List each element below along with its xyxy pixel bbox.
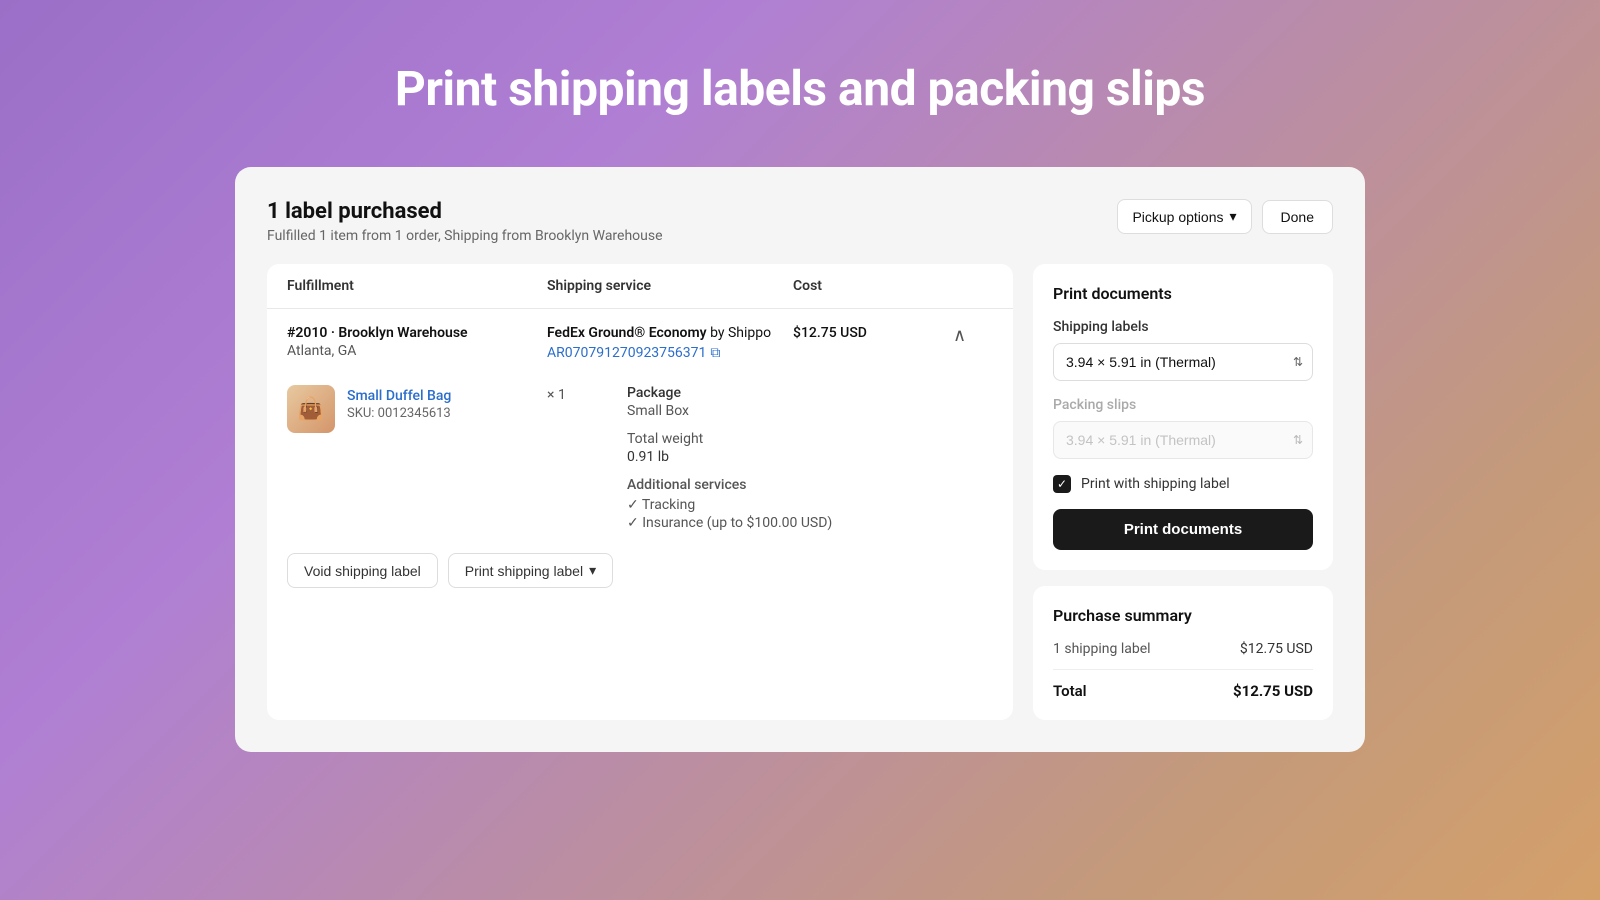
card-title: 1 label purchased	[267, 199, 663, 224]
card-header: 1 label purchased Fulfilled 1 item from …	[267, 199, 1333, 244]
content-area: Fulfillment Shipping service Cost #2010 …	[267, 264, 1333, 720]
chevron-down-icon: ▾	[1230, 208, 1237, 225]
collapse-cell: ∧	[953, 325, 993, 346]
item-sku: SKU: 0012345613	[347, 406, 451, 421]
col-actions	[953, 278, 993, 294]
fulfillment-table: Fulfillment Shipping service Cost #2010 …	[267, 264, 1013, 720]
shipping-labels-select-wrapper: 3.94 × 5.91 in (Thermal) ⇅	[1053, 343, 1313, 381]
package-details: Package Small Box Total weight 0.91 lb A…	[627, 385, 993, 533]
copy-icon[interactable]: ⧉	[710, 345, 720, 361]
fulfillment-location: Atlanta, GA	[287, 343, 547, 359]
main-card: 1 label purchased Fulfilled 1 item from …	[235, 167, 1365, 752]
chevron-down-icon-print: ▾	[589, 562, 596, 579]
print-label-text: Print shipping label	[465, 563, 583, 579]
total-value: $12.75 USD	[1233, 682, 1313, 700]
weight-value: 0.91 lb	[627, 449, 993, 465]
collapse-button[interactable]: ∧	[953, 325, 966, 346]
tracking-link[interactable]: AR070791270923756371 ⧉	[547, 345, 793, 361]
package-label: Package	[627, 385, 993, 401]
checkbox-label: Print with shipping label	[1081, 476, 1230, 492]
fulfillment-id: #2010 · Brooklyn Warehouse	[287, 325, 547, 341]
done-button[interactable]: Done	[1262, 200, 1333, 234]
col-fulfillment: Fulfillment	[287, 278, 547, 294]
item-text: Small Duffel Bag SKU: 0012345613	[347, 385, 451, 421]
summary-shipping-value: $12.75 USD	[1240, 641, 1313, 657]
purchase-summary-title: Purchase summary	[1053, 606, 1313, 625]
total-label: Total	[1053, 682, 1087, 700]
summary-shipping-label: 1 shipping label	[1053, 641, 1151, 657]
service-name-bold: FedEx Ground® Economy	[547, 325, 707, 341]
additional-services-label: Additional services	[627, 477, 993, 493]
item-qty-package: × 1 Package Small Box Total weight 0.91 …	[547, 385, 993, 533]
print-docs-title: Print documents	[1053, 284, 1313, 303]
tracking-number: AR070791270923756371	[547, 345, 706, 361]
shipping-labels-select[interactable]: 3.94 × 5.91 in (Thermal)	[1053, 343, 1313, 381]
col-shipping-service: Shipping service	[547, 278, 793, 294]
purchase-summary-card: Purchase summary 1 shipping label $12.75…	[1033, 586, 1333, 720]
fulfillment-info: #2010 · Brooklyn Warehouse Atlanta, GA F…	[287, 325, 993, 361]
card-subtitle: Fulfilled 1 item from 1 order, Shipping …	[267, 228, 663, 244]
print-docs-card: Print documents Shipping labels 3.94 × 5…	[1033, 264, 1333, 570]
item-thumbnail: 👜	[287, 385, 335, 433]
pickup-options-button[interactable]: Pickup options ▾	[1117, 199, 1251, 234]
item-name-link[interactable]: Small Duffel Bag	[347, 388, 451, 404]
checkbox-row: ✓ Print with shipping label	[1053, 475, 1313, 493]
table-header: Fulfillment Shipping service Cost	[267, 264, 1013, 309]
print-documents-button[interactable]: Print documents	[1053, 509, 1313, 550]
shipping-labels-label: Shipping labels	[1053, 319, 1313, 335]
action-buttons: Void shipping label Print shipping label…	[287, 553, 993, 588]
cost-cell: $12.75 USD	[793, 325, 953, 341]
service-by-text: by Shippo	[710, 325, 771, 341]
col-cost: Cost	[793, 278, 953, 294]
item-quantity: × 1	[547, 385, 627, 533]
page-hero-title: Print shipping labels and packing slips	[395, 0, 1205, 167]
packing-slips-select-wrapper: 3.94 × 5.91 in (Thermal) ⇅	[1053, 421, 1313, 459]
item-info: 👜 Small Duffel Bag SKU: 0012345613	[287, 385, 547, 533]
print-shipping-label-button[interactable]: Print shipping label ▾	[448, 553, 613, 588]
right-panel: Print documents Shipping labels 3.94 × 5…	[1033, 264, 1333, 720]
service-insurance: ✓ Insurance (up to $100.00 USD)	[627, 515, 993, 531]
card-header-left: 1 label purchased Fulfilled 1 item from …	[267, 199, 663, 244]
table-row: #2010 · Brooklyn Warehouse Atlanta, GA F…	[267, 309, 1013, 604]
service-tracking: ✓ Tracking	[627, 497, 993, 513]
item-row: 👜 Small Duffel Bag SKU: 0012345613 × 1 P…	[287, 377, 993, 533]
packing-slips-label: Packing slips	[1053, 397, 1313, 413]
card-header-right: Pickup options ▾ Done	[1117, 199, 1333, 234]
summary-divider	[1053, 669, 1313, 670]
shipping-service-name: FedEx Ground® Economy by Shippo	[547, 325, 793, 341]
weight-label: Total weight	[627, 431, 993, 447]
packing-slips-select[interactable]: 3.94 × 5.91 in (Thermal)	[1053, 421, 1313, 459]
void-label-button[interactable]: Void shipping label	[287, 553, 438, 588]
check-icon: ✓	[1057, 477, 1067, 491]
print-with-label-checkbox[interactable]: ✓	[1053, 475, 1071, 493]
shipping-service-info: FedEx Ground® Economy by Shippo AR070791…	[547, 325, 793, 361]
fulfillment-details: #2010 · Brooklyn Warehouse Atlanta, GA	[287, 325, 547, 359]
pickup-options-label: Pickup options	[1132, 209, 1223, 225]
total-row: Total $12.75 USD	[1053, 682, 1313, 700]
package-value: Small Box	[627, 403, 993, 419]
summary-row-shipping: 1 shipping label $12.75 USD	[1053, 641, 1313, 657]
